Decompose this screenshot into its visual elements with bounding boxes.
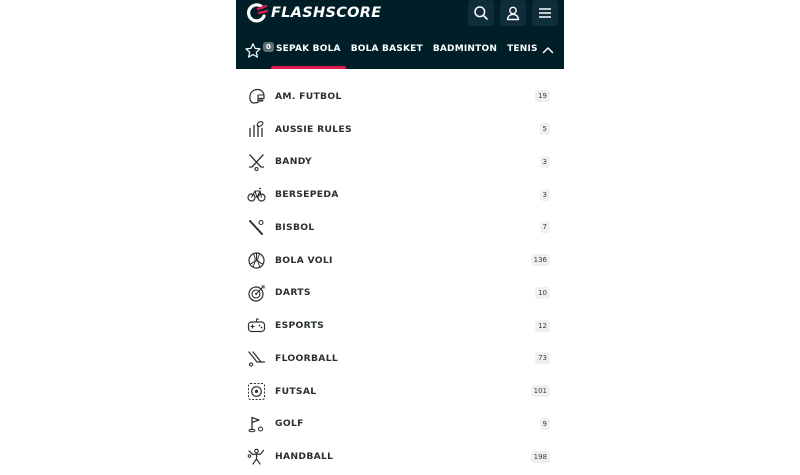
event-count: 5 [539,123,550,136]
sport-label: AUSSIE RULES [275,123,352,135]
sport-label: BISBOL [275,221,315,233]
sport-tabs: SEPAK BOLA BOLA BASKET BADMINTON TENIS [271,30,543,69]
esports-icon [247,318,266,333]
sport-label: GOLF [275,418,304,430]
flashscore-logo[interactable]: FLASHSCORE [246,3,381,23]
american-football-icon [249,88,265,104]
futsal-icon [248,382,265,400]
sport-label: BERSEPEDA [275,189,339,201]
event-count: 136 [530,254,550,267]
list-item-bola-voli[interactable]: BOLA VOLI 136 [236,244,564,277]
baseball-icon [249,219,264,235]
sport-label: ESPORTS [275,320,325,332]
event-count: 19 [535,90,550,103]
sport-label: BOLA VOLI [275,254,333,266]
chevron-up-icon[interactable] [540,42,556,58]
sport-label: BANDY [275,156,312,168]
event-count: 12 [535,319,550,332]
brand-name: FLASHSCORE [271,5,382,21]
sport-label: FUTSAL [275,385,317,397]
list-item-bandy[interactable]: BANDY 3 [236,146,564,179]
sport-label: HANDBALL [275,451,334,463]
handball-icon [247,448,265,465]
top-bar: FLASHSCORE [236,0,564,26]
event-count: 7 [539,221,550,234]
event-count: 9 [539,417,550,430]
aussie-rules-icon [249,120,264,137]
tab-tenis[interactable]: TENIS [502,30,543,69]
user-account-button[interactable] [500,0,526,26]
bandy-icon [248,153,265,171]
menu-button[interactable] [532,0,558,26]
favorites-button[interactable]: 0 [244,38,274,62]
floorball-icon [248,351,266,367]
flashscore-logo-icon [247,3,268,23]
search-icon [474,6,488,20]
star-icon [245,43,261,58]
event-count: 10 [535,286,550,299]
sport-label: DARTS [275,287,311,299]
volleyball-icon [248,252,265,269]
list-item-aussie-rules[interactable]: AUSSIE RULES 5 [236,113,564,146]
event-count: 101 [530,385,550,398]
list-item-am-futbol[interactable]: AM. FUTBOL 19 [236,80,564,113]
list-item-bisbol[interactable]: BISBOL 7 [236,211,564,244]
hamburger-menu-icon [539,8,551,18]
flashscore-app: FLASHSCORE 0 SEPAK BOLA BOLA BASKET BADM… [236,0,564,475]
cycling-icon [247,188,266,202]
list-item-bersepeda[interactable]: BERSEPEDA 3 [236,178,564,211]
search-button[interactable] [468,0,494,26]
header: FLASHSCORE 0 SEPAK BOLA BOLA BASKET BADM… [236,0,564,69]
list-item-handball[interactable]: HANDBALL 198 [236,440,564,473]
user-icon [506,6,520,21]
sport-label: FLOORBALL [275,352,339,364]
event-count: 3 [539,155,550,168]
list-item-futsal[interactable]: FUTSAL 101 [236,375,564,408]
tab-sepak-bola[interactable]: SEPAK BOLA [271,30,346,69]
tab-badminton[interactable]: BADMINTON [428,30,502,69]
sports-list: AM. FUTBOL 19 AUSSIE RULES 5 BANDY 3 BER… [236,80,564,473]
event-count: 73 [535,352,550,365]
list-item-golf[interactable]: GOLF 9 [236,408,564,441]
list-item-floorball[interactable]: FLOORBALL 73 [236,342,564,375]
list-item-esports[interactable]: ESPORTS 12 [236,309,564,342]
list-item-darts[interactable]: DARTS 10 [236,277,564,310]
sport-label: AM. FUTBOL [275,90,342,102]
sports-tab-bar: 0 SEPAK BOLA BOLA BASKET BADMINTON TENIS [236,30,564,69]
event-count: 3 [539,188,550,201]
event-count: 198 [530,450,550,463]
darts-icon [248,285,265,302]
tab-bola-basket[interactable]: BOLA BASKET [346,30,428,69]
golf-icon [248,416,264,432]
